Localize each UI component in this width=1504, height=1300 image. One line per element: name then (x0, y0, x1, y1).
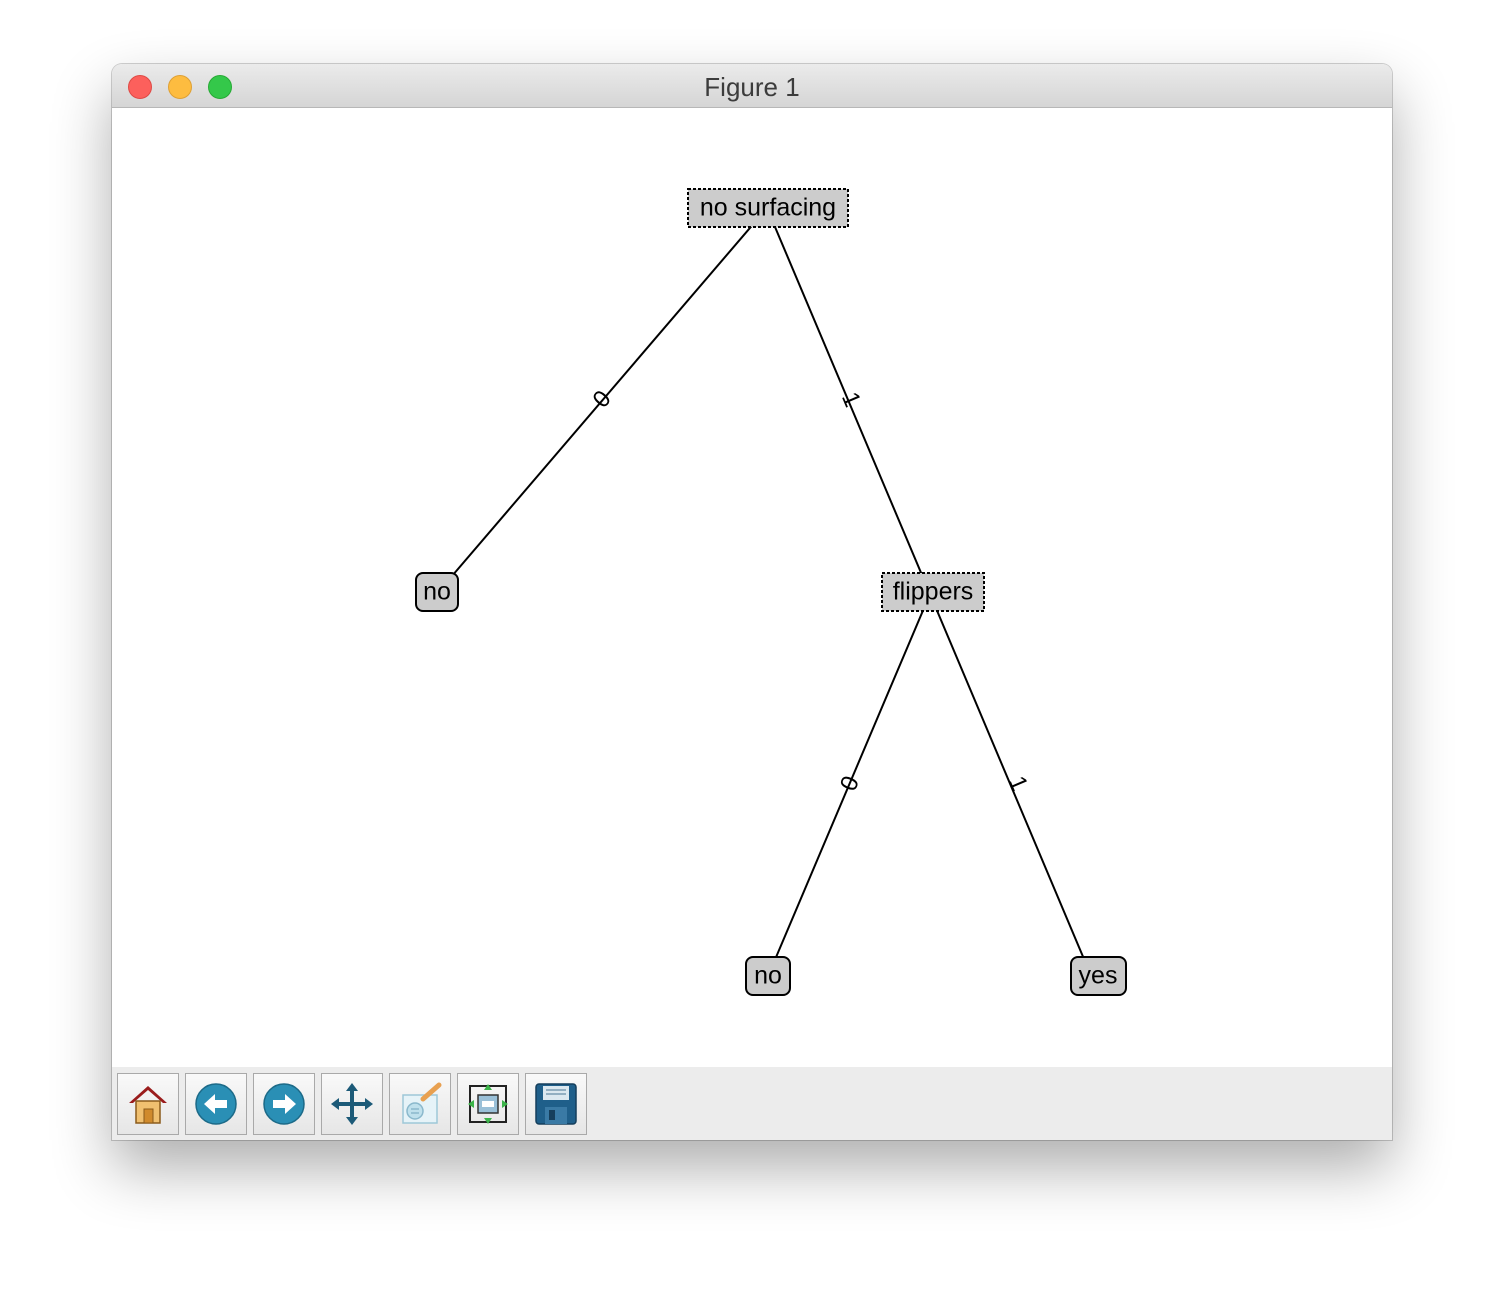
title-bar[interactable]: Figure 1 (112, 64, 1392, 108)
forward-button[interactable] (253, 1073, 315, 1135)
pan-button[interactable] (321, 1073, 383, 1135)
move-icon (331, 1083, 373, 1125)
tree-node-flippers: flippers (881, 572, 985, 612)
configure-subplots-button[interactable] (457, 1073, 519, 1135)
save-button[interactable] (525, 1073, 587, 1135)
edge-root-to-no (451, 207, 768, 577)
node-label-no-left: no (423, 578, 451, 606)
subplots-icon (468, 1084, 508, 1124)
tree-node-no-surfacing: no surfacing (687, 188, 849, 228)
forward-arrow-icon (263, 1083, 305, 1125)
node-label-flippers: flippers (893, 578, 974, 606)
save-icon (535, 1083, 577, 1125)
tree-node-leaf-no-left: no (415, 572, 459, 612)
tree-node-leaf-yes: yes (1070, 956, 1127, 996)
figure-window: Figure 1 0 1 0 1 no surfacing no flipper… (112, 64, 1392, 1140)
back-button[interactable] (185, 1073, 247, 1135)
home-button[interactable] (117, 1073, 179, 1135)
home-icon (129, 1086, 167, 1124)
tree-node-leaf-no-bottom: no (745, 956, 791, 996)
node-label-yes: yes (1079, 962, 1118, 990)
figure-canvas[interactable]: 0 1 0 1 no surfacing no flippers no yes (112, 108, 1392, 1067)
node-label-no-surfacing: no surfacing (700, 194, 836, 222)
window-title: Figure 1 (704, 72, 800, 102)
zoom-button[interactable] (389, 1073, 451, 1135)
zoom-to-rect-icon (402, 1082, 442, 1124)
decision-tree-plot: 0 1 0 1 no surfacing no flippers no yes (415, 188, 1127, 996)
navigation-toolbar (112, 1067, 1392, 1140)
back-arrow-icon (195, 1083, 237, 1125)
node-label-no-bottom: no (754, 962, 782, 990)
edge-label-flippers-0: 0 (835, 772, 865, 795)
